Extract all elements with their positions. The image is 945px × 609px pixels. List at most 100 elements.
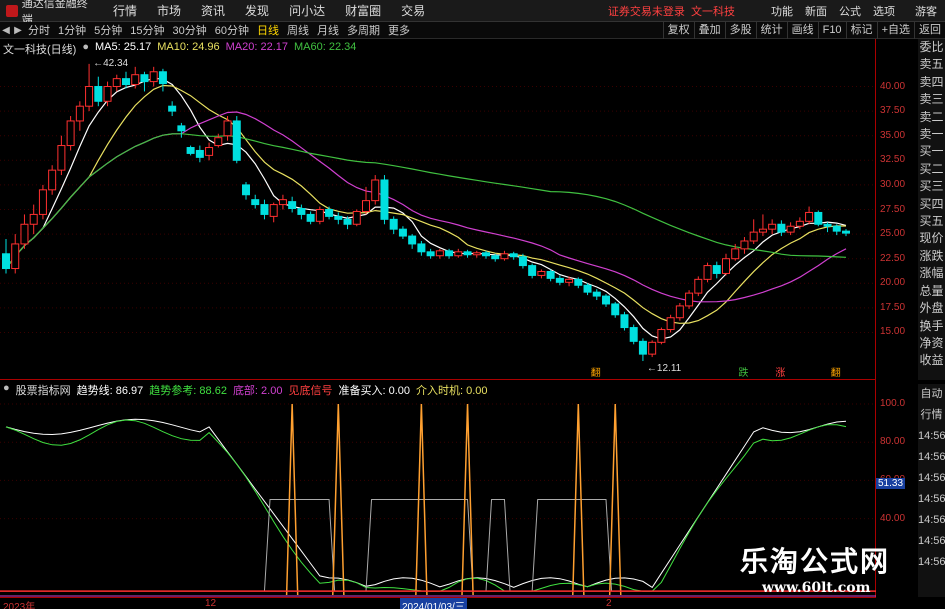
period-tab[interactable]: 15分钟: [126, 22, 168, 38]
draw-line-button[interactable]: 画线: [786, 21, 818, 39]
candle-body: [546, 270, 555, 279]
candle-body: [260, 204, 269, 215]
candle-body: [85, 86, 94, 107]
ma10-label: MA10: 24.96: [157, 41, 220, 53]
tick-row-label: 行情: [920, 409, 943, 421]
candle-body: [491, 255, 500, 260]
menu-ask[interactable]: 问小达: [279, 2, 335, 19]
period-toolbar: ◀ ▶ 分时 1分钟 5分钟 15分钟 30分钟 60分钟 日线 周线 月线 多…: [0, 21, 945, 39]
multi-stock-button[interactable]: 多股: [724, 21, 756, 39]
watermark-title: 乐淘公式网: [740, 545, 891, 578]
price-tick-label: 20.00: [880, 277, 906, 289]
menu-function[interactable]: 功能: [765, 3, 799, 19]
menu-news[interactable]: 资讯: [191, 2, 235, 19]
order-book-row-label: 收益: [919, 353, 944, 368]
f10-button[interactable]: F10: [817, 21, 846, 39]
order-book-row-label: 涨跌: [919, 248, 944, 263]
period-tab[interactable]: 分时: [24, 22, 54, 38]
overlay-button[interactable]: 叠加: [693, 21, 725, 39]
order-book-row-label: 卖一: [919, 127, 944, 142]
candle-body: [463, 251, 472, 256]
candle-body: [786, 225, 795, 233]
tick-row-label: 14:56: [918, 451, 945, 463]
candle-body: [223, 120, 232, 137]
main-price-chart[interactable]: ←42.34 ←12.11 翻 跌 涨 翻 文一科技(日线) ● MA5: 25.17 M…: [0, 39, 876, 380]
candle-body: [666, 317, 675, 331]
time-label: 2023年: [3, 602, 36, 609]
indicator-tick-label: 80.00: [880, 436, 906, 448]
low-price-marker: ←12.11: [647, 363, 682, 374]
tick-row-label: 14:56: [918, 430, 945, 442]
candle-body: [168, 105, 177, 112]
back-arrow-icon[interactable]: ◀: [0, 25, 12, 36]
mark-button[interactable]: 标记: [845, 21, 877, 39]
candle-body: [103, 86, 112, 102]
menu-quotes[interactable]: 行情: [103, 2, 147, 19]
return-button[interactable]: 返回: [914, 21, 945, 39]
menu-trade[interactable]: 交易: [391, 2, 435, 19]
candle-body: [389, 218, 398, 230]
price-tick-label: 15.00: [880, 326, 906, 338]
period-tab-more[interactable]: 更多: [384, 22, 414, 38]
period-tab-daily[interactable]: 日线: [253, 22, 283, 38]
candle-body: [251, 199, 260, 206]
candle-body: [177, 125, 186, 132]
menu-market[interactable]: 市场: [147, 2, 191, 19]
settings-circle-icon[interactable]: ●: [82, 41, 89, 57]
order-book-row-label: 买二: [919, 161, 944, 176]
signal-tag: 翻: [831, 367, 841, 379]
menu-formula[interactable]: 公式: [833, 3, 867, 19]
candle-body: [675, 305, 684, 319]
period-tab[interactable]: 5分钟: [90, 22, 126, 38]
adjust-button[interactable]: 复权: [662, 21, 694, 39]
candle-body: [805, 211, 814, 222]
candle-body: [768, 223, 777, 230]
price-tick-label: 17.50: [880, 301, 906, 313]
candle-body: [205, 147, 214, 156]
candle-body: [712, 265, 721, 274]
settings-circle-icon[interactable]: ●: [3, 382, 10, 398]
guest-label[interactable]: 游客: [915, 3, 937, 19]
trend-line-label: 趋势线: 86.97: [76, 385, 144, 397]
candle-body: [398, 228, 407, 237]
candle-body: [38, 189, 47, 215]
period-tab[interactable]: 周线: [283, 22, 313, 38]
candle-body: [112, 78, 121, 88]
app-logo-icon: [6, 4, 18, 17]
candle-body: [380, 179, 389, 220]
forward-arrow-icon[interactable]: ▶: [12, 25, 24, 36]
candle-body: [528, 265, 537, 276]
stats-button[interactable]: 统计: [755, 21, 787, 39]
order-book-row-label: 净资: [919, 335, 944, 350]
candle-body: [426, 251, 435, 257]
order-book-row-label: 外盘: [919, 301, 944, 316]
order-book-row-label: 买四: [919, 196, 944, 211]
period-tab[interactable]: 30分钟: [169, 22, 211, 38]
order-book-row-label: 涨幅: [919, 266, 944, 281]
tick-row-label: 14:56: [918, 514, 945, 526]
bottom-plateau: [485, 499, 511, 592]
period-tab[interactable]: 月线: [313, 22, 343, 38]
add-watchlist-button[interactable]: +自选: [876, 21, 914, 39]
menu-wealth[interactable]: 财富圈: [335, 2, 391, 19]
candle-body: [611, 303, 620, 316]
login-notice[interactable]: 证券交易未登录 文一科技: [608, 3, 735, 19]
candle-body: [537, 270, 546, 276]
period-tab[interactable]: 多周期: [343, 22, 384, 38]
period-tab[interactable]: 1分钟: [54, 22, 90, 38]
tick-row-label: 14:56: [918, 535, 945, 547]
time-label: 2: [606, 598, 612, 609]
candle-body: [149, 71, 158, 83]
candle-body: [592, 291, 601, 297]
period-tab[interactable]: 60分钟: [211, 22, 253, 38]
candle-body: [371, 179, 380, 202]
candle-body: [694, 278, 703, 294]
menu-options[interactable]: 选项: [867, 3, 901, 19]
candle-body: [445, 250, 454, 257]
candle-body: [620, 314, 629, 329]
menu-new-layout[interactable]: 新面: [799, 3, 833, 19]
menu-discover[interactable]: 发现: [235, 2, 279, 19]
candle-body: [48, 169, 57, 191]
bottom-label: 底部: 2.00: [232, 385, 283, 397]
login-notice-text: 证券交易未登录: [607, 5, 685, 18]
